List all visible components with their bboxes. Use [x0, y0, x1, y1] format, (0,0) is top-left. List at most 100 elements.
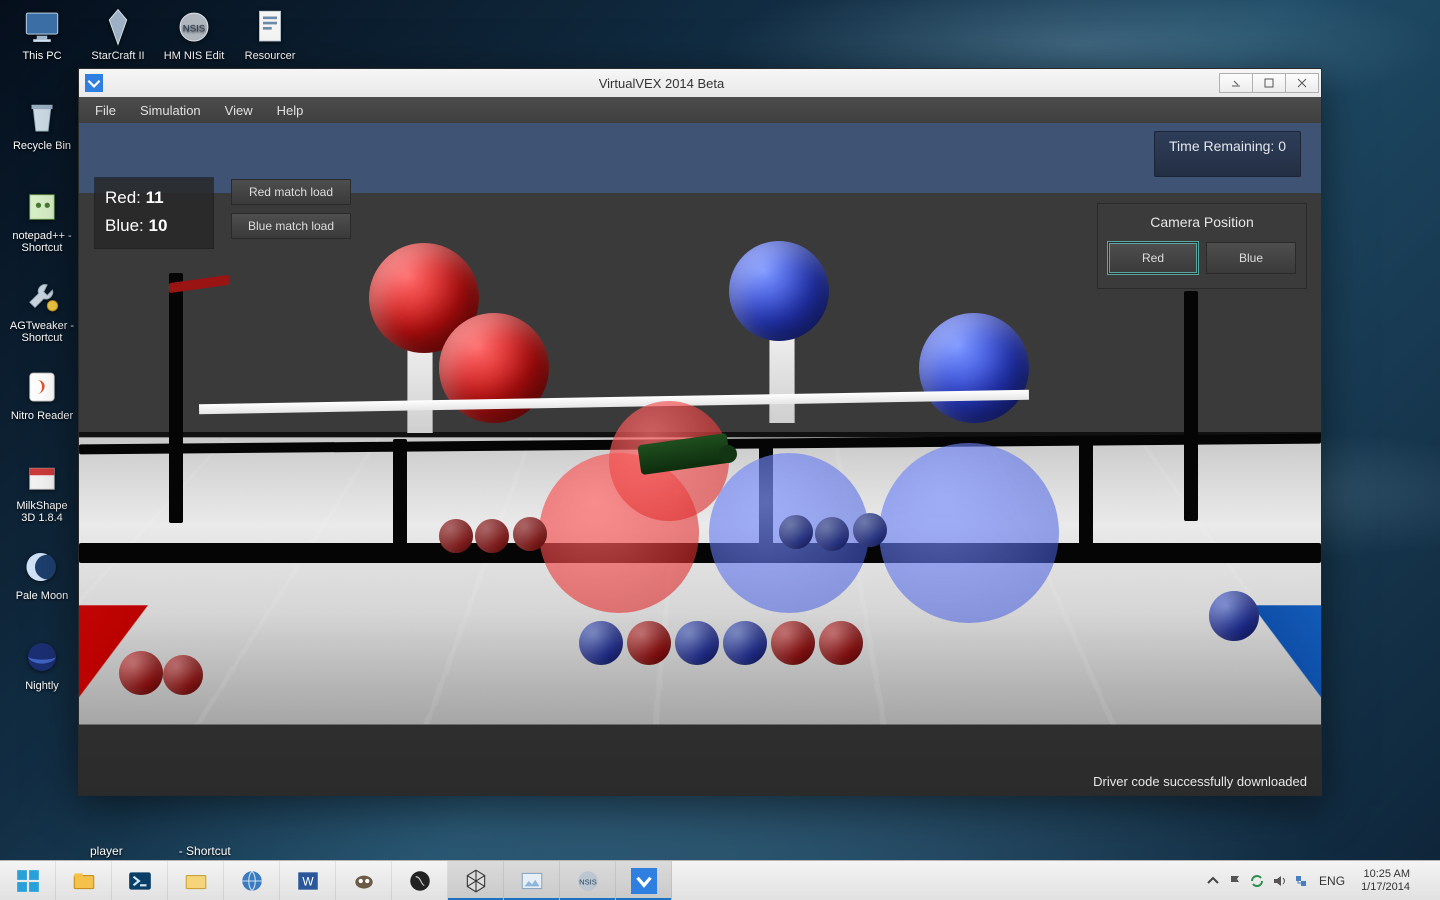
frame-post [1184, 291, 1198, 521]
wrench-icon [21, 276, 63, 318]
desktop-icon-label: StarCraft II [91, 50, 144, 62]
desktop-icon-label: AGTweaker - Shortcut [8, 320, 76, 344]
close-button[interactable] [1285, 73, 1319, 93]
camera-panel: Camera Position Red Blue [1097, 203, 1307, 289]
partially-obscured-labels: player - Shortcut [90, 844, 231, 858]
small-ball-blue [723, 621, 767, 665]
simulation-viewport[interactable]: Red: 11 Blue: 10 Red match load Blue mat… [79, 123, 1321, 795]
menu-file[interactable]: File [85, 101, 126, 120]
robot-wheel [719, 445, 737, 463]
tray-clock[interactable]: 10:25 AM 1/17/2014 [1355, 868, 1416, 894]
desktop-icon-label: Pale Moon [16, 590, 69, 602]
pdf-icon [21, 366, 63, 408]
menu-help[interactable]: Help [267, 101, 314, 120]
obscured-label: - Shortcut [179, 844, 231, 858]
taskbar-word[interactable]: W [280, 861, 336, 900]
taskbar: W NSIS ENG 10:25 AM 1/17/2014 [0, 860, 1440, 900]
desktop-icon-agtweaker[interactable]: AGTweaker - Shortcut [6, 274, 78, 360]
tray-network-icon[interactable] [1293, 873, 1309, 889]
frame-post [393, 439, 407, 557]
minimize-button[interactable] [1219, 73, 1253, 93]
svg-text:NSIS: NSIS [579, 877, 597, 886]
taskbar-unity[interactable] [448, 861, 504, 900]
nsis-icon: NSIS [173, 6, 215, 48]
match-load-buttons: Red match load Blue match load [231, 179, 351, 239]
title-bar[interactable]: VirtualVEX 2014 Beta [79, 69, 1321, 97]
score-red: Red: 11 [105, 184, 203, 212]
frame-rail [79, 543, 1321, 563]
frame-post [169, 273, 183, 523]
desktop-icon-notepadpp[interactable]: notepad++ - Shortcut [6, 184, 78, 270]
desktop-icon-recycle-bin[interactable]: Recycle Bin [6, 94, 78, 180]
tray-date: 1/17/2014 [1361, 881, 1410, 894]
small-ball-red [513, 517, 547, 551]
red-match-load-button[interactable]: Red match load [231, 179, 351, 205]
window-controls [1220, 73, 1319, 93]
small-ball-blue [853, 513, 887, 547]
tray-sync-icon[interactable] [1249, 873, 1265, 889]
small-ball-blue [815, 517, 849, 551]
big-ball-blue-translucent [879, 443, 1059, 623]
taskbar-image-viewer[interactable] [504, 861, 560, 900]
score-red-value: 11 [146, 188, 164, 207]
blue-match-load-button[interactable]: Blue match load [231, 213, 351, 239]
timer-label: Time Remaining: [1169, 138, 1274, 154]
camera-red-button[interactable]: Red [1108, 242, 1198, 274]
big-ball-blue [729, 241, 829, 341]
score-blue-label: Blue: [105, 216, 144, 235]
desktop-icon-this-pc[interactable]: This PC [6, 4, 78, 90]
start-button[interactable] [0, 861, 56, 900]
camera-heading: Camera Position [1108, 214, 1296, 230]
tray-volume-icon[interactable] [1271, 873, 1287, 889]
window-title: VirtualVEX 2014 Beta [103, 76, 1220, 91]
taskbar-powershell[interactable] [112, 861, 168, 900]
menu-view[interactable]: View [215, 101, 263, 120]
globe-icon [21, 636, 63, 678]
taskbar-browser[interactable] [224, 861, 280, 900]
camera-blue-button[interactable]: Blue [1206, 242, 1296, 274]
desktop-icon-label: Nightly [25, 680, 59, 692]
small-ball-blue [1209, 591, 1259, 641]
tray-chevron-up-icon[interactable] [1205, 873, 1221, 889]
big-ball-blue [919, 313, 1029, 423]
small-ball-red [475, 519, 509, 553]
taskbar-explorer-2[interactable] [168, 861, 224, 900]
menu-simulation[interactable]: Simulation [130, 101, 211, 120]
tray-language[interactable]: ENG [1315, 874, 1349, 888]
score-red-label: Red: [105, 188, 141, 207]
menu-bar: File Simulation View Help [79, 97, 1321, 123]
taskbar-nsis[interactable]: NSIS [560, 861, 616, 900]
desktop-icon-label: Recycle Bin [13, 140, 71, 152]
small-ball-red [771, 621, 815, 665]
desktop-icon-label: HM NIS Edit [164, 50, 225, 62]
desktop-icon-milkshape[interactable]: MilkShape 3D 1.8.4 [6, 454, 78, 540]
moon-icon [21, 546, 63, 588]
taskbar-virtualvex[interactable] [616, 861, 672, 900]
frame-post [1079, 439, 1093, 557]
taskbar-file-explorer[interactable] [56, 861, 112, 900]
app-icon [85, 74, 103, 92]
small-ball-red [627, 621, 671, 665]
game-icon [97, 6, 139, 48]
monitor-icon [21, 6, 63, 48]
obscured-label: player [90, 844, 123, 858]
notepadpp-icon [21, 186, 63, 228]
taskbar-obsidian[interactable] [392, 861, 448, 900]
desktop-icon-label: notepad++ - Shortcut [8, 230, 76, 254]
tray-flag-icon[interactable] [1227, 873, 1243, 889]
desktop-icon-nitro[interactable]: Nitro Reader [6, 364, 78, 450]
box-icon [21, 456, 63, 498]
tray-time: 10:25 AM [1361, 868, 1410, 881]
app-window: VirtualVEX 2014 Beta File Simulation Vie… [78, 68, 1322, 796]
document-icon [249, 6, 291, 48]
timer-value: 0 [1278, 138, 1286, 154]
timer-panel: Time Remaining: 0 [1154, 131, 1301, 177]
status-text: Driver code successfully downloaded [1093, 774, 1307, 789]
desktop-icon-nightly[interactable]: Nightly [6, 634, 78, 720]
taskbar-gimp[interactable] [336, 861, 392, 900]
maximize-button[interactable] [1252, 73, 1286, 93]
trash-icon [21, 96, 63, 138]
desktop-icon-palemoon[interactable]: Pale Moon [6, 544, 78, 630]
small-ball-red [439, 519, 473, 553]
score-panel: Red: 11 Blue: 10 [95, 178, 213, 248]
